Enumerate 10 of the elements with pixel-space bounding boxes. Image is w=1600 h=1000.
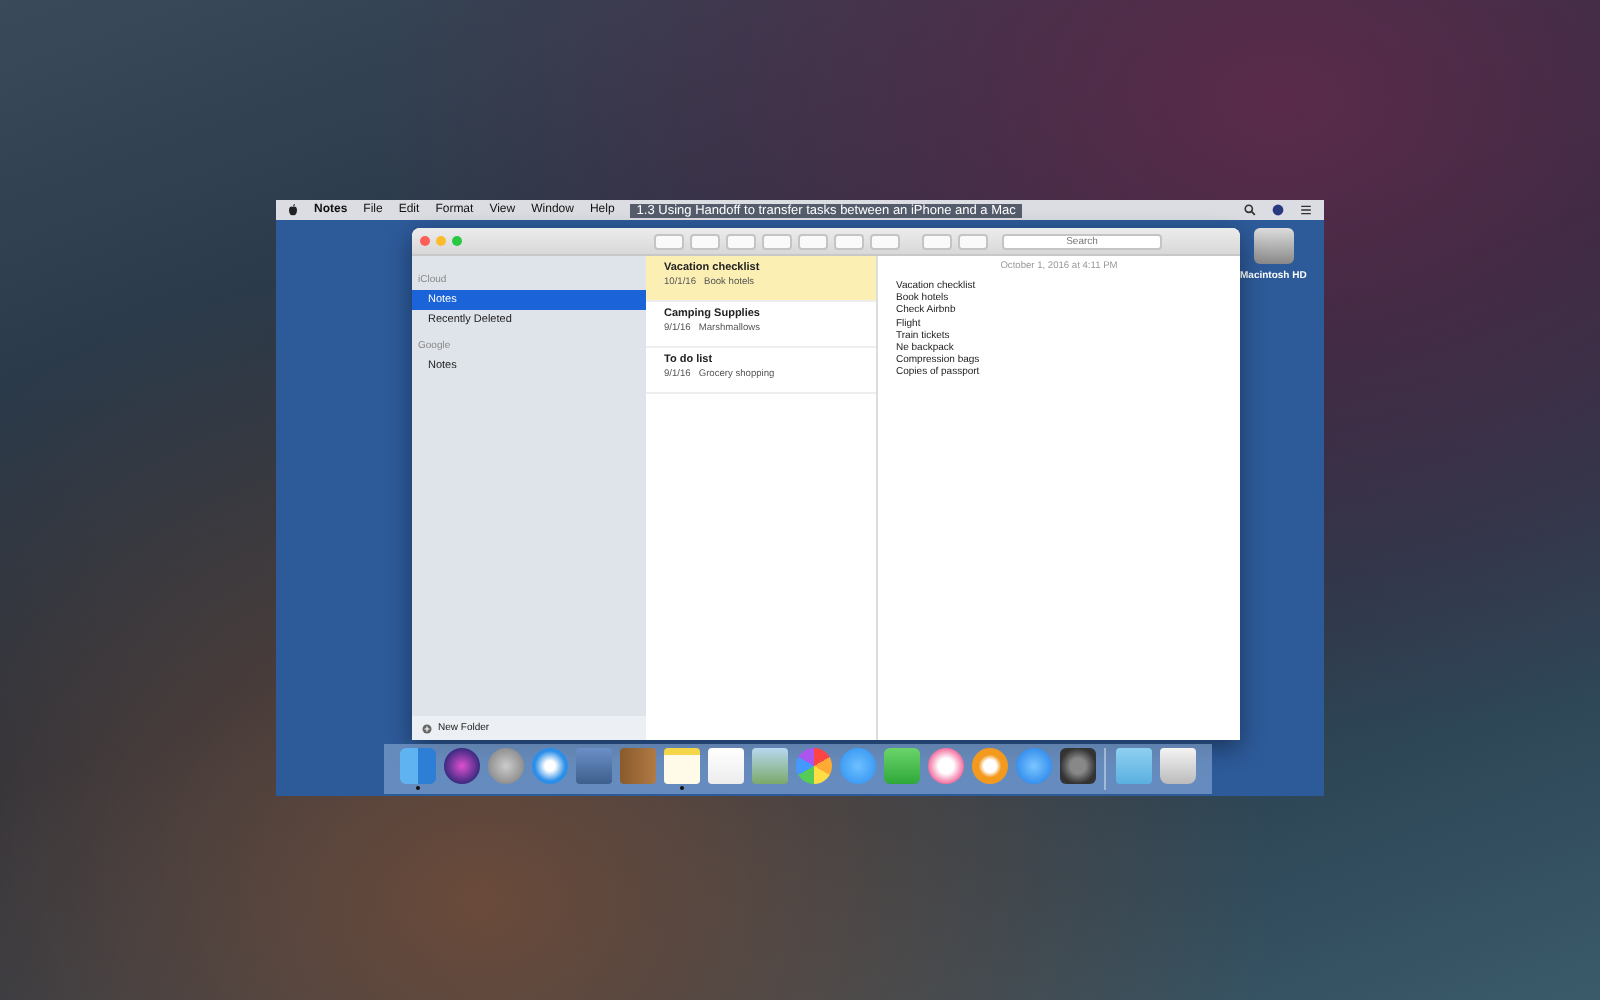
zoom-icon[interactable] xyxy=(452,236,462,246)
apple-icon[interactable] xyxy=(288,204,298,216)
list-icon[interactable] xyxy=(1300,204,1312,216)
search-icon[interactable] xyxy=(1244,204,1256,216)
plus-circle-icon[interactable] xyxy=(422,723,432,733)
close-icon[interactable] xyxy=(420,236,430,246)
minimize-icon[interactable] xyxy=(436,236,446,246)
hard-drive-icon[interactable] xyxy=(1253,228,1294,264)
notepad-icon[interactable] xyxy=(664,748,700,784)
flower-icon[interactable] xyxy=(796,748,832,784)
